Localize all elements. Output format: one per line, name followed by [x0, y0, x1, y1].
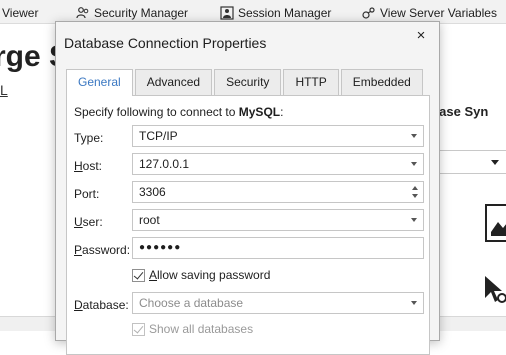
user-value: root — [139, 213, 160, 227]
port-spinner[interactable]: 3306 — [132, 181, 424, 203]
host-label: Host: — [74, 159, 103, 173]
picture-glyph — [491, 222, 506, 236]
chevron-down-icon — [491, 160, 499, 165]
chevron-down-icon[interactable] — [411, 218, 417, 222]
tab-strip: General Advanced Security HTTP Embedded — [66, 69, 425, 96]
show-all-databases-checkbox[interactable]: Show all databases — [132, 322, 253, 336]
tab-security[interactable]: Security — [214, 69, 282, 95]
port-value: 3306 — [139, 185, 166, 199]
tab-general[interactable]: General — [66, 69, 133, 96]
viewer-label: Viewer — [2, 6, 39, 20]
connection-type-value: TCP/IP — [139, 129, 178, 143]
allow-saving-password-checkbox[interactable]: Allow saving password — [132, 268, 270, 282]
dialog-title: Database Connection Properties — [64, 35, 267, 51]
spin-down-icon[interactable] — [412, 194, 418, 198]
session-manager-button[interactable]: Session Manager — [220, 5, 331, 21]
image-icon[interactable] — [485, 204, 506, 242]
view-server-variables-button[interactable]: View Server Variables — [362, 5, 497, 21]
chevron-down-icon — [411, 301, 417, 305]
database-label: Database: — [74, 298, 129, 312]
connection-intro-text: Specify following to connect to MySQL: — [74, 105, 283, 119]
database-dropdown[interactable]: Choose a database — [132, 292, 424, 314]
viewer-menu-item[interactable]: Viewer — [2, 5, 38, 21]
password-input[interactable]: ●●●●●● — [132, 237, 424, 259]
port-label: Port: — [74, 187, 100, 201]
tab-http[interactable]: HTTP — [283, 69, 339, 95]
tab-advanced[interactable]: Advanced — [134, 69, 213, 95]
host-value: 127.0.0.1 — [139, 157, 190, 171]
database-connection-dialog: Database Connection Properties × General… — [55, 21, 440, 355]
intro-prefix: Specify following to connect to — [74, 105, 239, 119]
session-icon — [220, 6, 234, 20]
show-all-databases-label: Show all databases — [149, 322, 254, 336]
security-manager-button[interactable]: Security Manager — [76, 5, 188, 21]
host-combobox[interactable]: 127.0.0.1 — [132, 153, 424, 175]
background-page-subtitle[interactable]: L — [0, 82, 8, 98]
intro-suffix: : — [280, 105, 284, 119]
connection-type-dropdown[interactable]: TCP/IP — [132, 125, 424, 147]
general-tab-panel: Specify following to connect to MySQL: T… — [66, 95, 430, 355]
database-placeholder: Choose a database — [139, 296, 244, 310]
cursor-settings-icon[interactable] — [485, 276, 506, 306]
spin-up-icon[interactable] — [412, 186, 418, 190]
checkbox-checked-icon[interactable] — [132, 268, 145, 282]
close-icon: × — [416, 27, 426, 44]
security-manager-label: Security Manager — [94, 6, 189, 20]
intro-database-type: MySQL — [238, 105, 281, 119]
chevron-down-icon[interactable] — [411, 162, 417, 166]
tab-embedded[interactable]: Embedded — [340, 69, 423, 95]
close-button[interactable]: × — [413, 28, 429, 44]
type-label: Type: — [74, 131, 104, 145]
user-label: User: — [74, 215, 103, 229]
users-icon — [76, 7, 89, 19]
allow-saving-password-label: Allow saving password — [149, 268, 271, 282]
user-combobox[interactable]: root — [132, 209, 424, 231]
password-label: Password: — [74, 243, 131, 257]
checkbox-checked-icon — [132, 322, 145, 336]
password-masked-value: ●●●●●● — [139, 242, 182, 253]
server-variables-icon — [362, 7, 375, 19]
session-manager-label: Session Manager — [238, 6, 332, 20]
chevron-down-icon — [411, 134, 417, 138]
view-server-variables-label: View Server Variables — [380, 6, 497, 20]
